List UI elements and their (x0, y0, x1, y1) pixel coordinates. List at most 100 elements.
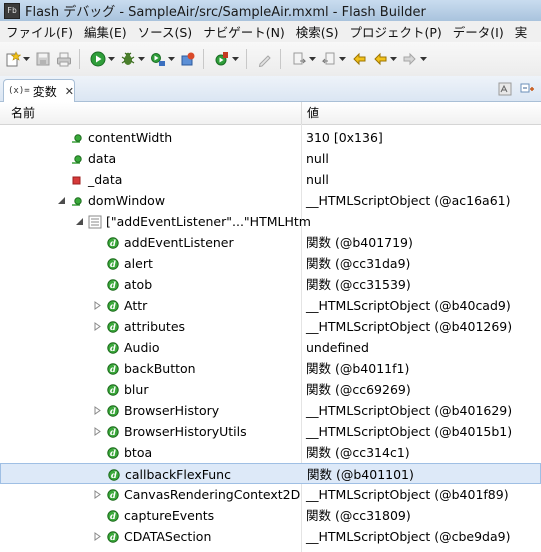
variable-row[interactable]: d btoa 関数 (@cc314c1) (0, 442, 541, 463)
variable-row[interactable]: _data null (0, 169, 541, 190)
svg-text:d: d (110, 344, 116, 354)
dynamic-property-icon: d (105, 340, 121, 356)
variable-row[interactable]: contentWidth 310 [0x136] (0, 127, 541, 148)
variable-name-cell: d captureEvents (91, 505, 214, 526)
menu-file[interactable]: ファイル(F) (0, 22, 78, 41)
expand-toggle-icon[interactable] (91, 489, 103, 501)
print-icon[interactable] (56, 51, 72, 67)
menu-source[interactable]: ソース(S) (132, 22, 198, 41)
run-icon[interactable] (90, 51, 106, 67)
forward-dropdown-arrow[interactable] (420, 51, 427, 67)
menu-navigate[interactable]: ナビゲート(N) (197, 22, 290, 41)
variable-name-cell: d attributes (91, 316, 185, 337)
toolbar-separator (280, 49, 281, 69)
show-type-names-icon[interactable] (497, 81, 513, 97)
previous-annotation-icon[interactable] (321, 51, 337, 67)
variable-value: __HTMLScriptObject (@b401f89) (306, 487, 509, 502)
dynamic-property-icon: d (105, 487, 121, 503)
menu-project[interactable]: プロジェクト(P) (344, 22, 447, 41)
variable-row[interactable]: d alert 関数 (@cc31da9) (0, 253, 541, 274)
external-tools-icon[interactable] (214, 51, 230, 67)
column-header-value[interactable]: 値 (301, 102, 319, 124)
public-field-icon (69, 151, 85, 167)
expand-toggle-icon[interactable] (91, 531, 103, 543)
next-annotation-dropdown-arrow[interactable] (309, 51, 316, 67)
export-release-icon[interactable] (180, 51, 196, 67)
variable-value: 関数 (@b401719) (306, 235, 413, 250)
save-icon[interactable] (35, 51, 51, 67)
variable-row[interactable]: d callbackFlexFunc 関数 (@b401101) (0, 463, 541, 484)
expand-toggle-icon[interactable] (55, 195, 67, 207)
variable-row[interactable]: d Attr __HTMLScriptObject (@b40cad9) (0, 295, 541, 316)
variable-name: BrowserHistoryUtils (124, 424, 247, 439)
variable-name-cell: domWindow (55, 190, 165, 211)
variable-name: BrowserHistory (124, 403, 220, 418)
tab-variables-label: 変数 (32, 84, 57, 99)
menu-search[interactable]: 検索(S) (290, 22, 344, 41)
back-dropdown-arrow[interactable] (390, 51, 397, 67)
variable-row[interactable]: d BrowserHistoryUtils __HTMLScriptObject (… (0, 421, 541, 442)
previous-annotation-dropdown-arrow[interactable] (339, 51, 346, 67)
dynamic-property-icon: d (105, 382, 121, 398)
variable-row[interactable]: ["addEventListener"..."HTMLHtm (0, 211, 541, 232)
last-edit-location-icon[interactable] (351, 51, 367, 67)
dynamic-property-icon: d (105, 508, 121, 524)
expand-toggle-icon[interactable] (91, 405, 103, 417)
variables-table-header: 名前 値 (0, 102, 541, 125)
close-icon[interactable]: ✕ (65, 85, 74, 98)
variable-row[interactable]: d blur 関数 (@cc69269) (0, 379, 541, 400)
external-tools-dropdown-arrow[interactable] (232, 51, 239, 67)
variable-value: 310 [0x136] (306, 130, 383, 145)
new-dropdown-arrow[interactable] (23, 51, 30, 67)
next-annotation-icon[interactable] (291, 51, 307, 67)
variable-row[interactable]: d atob 関数 (@cc31539) (0, 274, 541, 295)
variable-row[interactable]: d addEventListener 関数 (@b401719) (0, 232, 541, 253)
variable-row[interactable]: d attributes __HTMLScriptObject (@b401269) (0, 316, 541, 337)
tab-variables[interactable]: (x)= 変数 ✕ (3, 79, 75, 102)
menu-data[interactable]: データ(I) (447, 22, 509, 41)
forward-icon[interactable] (402, 51, 418, 67)
run-dropdown-arrow[interactable] (108, 51, 115, 67)
variable-name-cell: d Attr (91, 295, 147, 316)
debug-icon[interactable] (120, 51, 136, 67)
edit-pencil-icon[interactable] (257, 51, 273, 67)
variable-name: btoa (124, 445, 153, 460)
menu-run[interactable]: 実 (509, 22, 533, 41)
variable-row[interactable]: d CDATASection __HTMLScriptObject (@cbe9da… (0, 526, 541, 547)
column-header-name[interactable]: 名前 (6, 102, 35, 124)
new-icon[interactable] (5, 51, 21, 67)
debug-dropdown-arrow[interactable] (138, 51, 145, 67)
expand-toggle-icon[interactable] (91, 300, 103, 312)
variable-row[interactable]: d captureEvents 関数 (@cc31809) (0, 505, 541, 526)
flash-builder-app-icon: Fb (4, 2, 20, 19)
variable-row[interactable]: data null (0, 148, 541, 169)
variable-row[interactable]: d Audio undefined (0, 337, 541, 358)
profile-dropdown-arrow[interactable] (168, 51, 175, 67)
variable-name-cell: d atob (91, 274, 152, 295)
svg-text:d: d (110, 491, 116, 501)
variable-row[interactable]: d backButton 関数 (@b4011f1) (0, 358, 541, 379)
variable-row[interactable]: d BrowserHistory __HTMLScriptObject (@b401… (0, 400, 541, 421)
variable-name-cell: d BrowserHistoryUtils (91, 421, 247, 442)
variable-name: _data (88, 172, 123, 187)
variable-name-cell: d addEventListener (91, 232, 234, 253)
back-icon[interactable] (372, 51, 388, 67)
dynamic-property-icon: d (105, 235, 121, 251)
expand-toggle-icon[interactable] (91, 321, 103, 333)
window-title-bar[interactable]: Fb Flash デバッグ - SampleAir/src/SampleAir.… (0, 0, 541, 22)
variable-row[interactable]: d CanvasRenderingContext2D __HTMLScriptObj… (0, 484, 541, 505)
variable-row[interactable]: domWindow __HTMLScriptObject (@ac16a61) (0, 190, 541, 211)
expand-toggle-icon[interactable] (73, 216, 85, 228)
variable-value: __HTMLScriptObject (@cbe9da9) (306, 529, 511, 544)
menu-edit[interactable]: 編集(E) (78, 22, 132, 41)
svg-text:d: d (110, 428, 116, 438)
expand-toggle-icon[interactable] (91, 426, 103, 438)
variable-name: CDATASection (124, 529, 212, 544)
variable-value: __HTMLScriptObject (@b4015b1) (306, 424, 513, 439)
profile-icon[interactable] (150, 51, 166, 67)
collapse-all-icon[interactable] (519, 81, 535, 97)
dynamic-property-icon: d (105, 256, 121, 272)
variable-value: 関数 (@cc31809) (306, 508, 411, 523)
variable-name-cell: d alert (91, 253, 153, 274)
